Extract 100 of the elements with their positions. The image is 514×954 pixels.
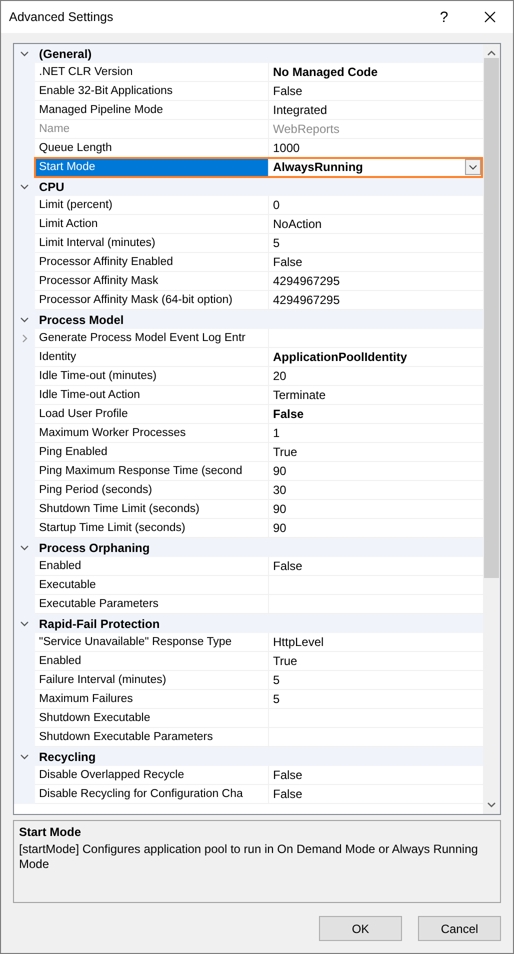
property-row[interactable]: Enabled False	[14, 557, 483, 576]
collapse-chevron-icon[interactable]	[20, 49, 29, 58]
property-row[interactable]: Processor Affinity Mask (64-bit option) 4294967295	[14, 291, 483, 310]
property-value: False	[273, 768, 304, 782]
collapse-chevron-icon[interactable]	[20, 619, 29, 628]
property-name: Limit Interval (minutes)	[35, 234, 269, 253]
property-row[interactable]: .NET CLR Version No Managed Code	[14, 63, 483, 82]
property-value: 0	[273, 198, 281, 212]
collapse-chevron-icon[interactable]	[20, 752, 29, 761]
scroll-down-icon[interactable]	[487, 802, 496, 808]
property-value: WebReports	[273, 122, 340, 136]
ok-button[interactable]: OK	[319, 916, 402, 941]
property-value: NoAction	[273, 217, 323, 231]
property-row[interactable]: Ping Period (seconds) 30	[14, 481, 483, 500]
property-value: False	[273, 787, 304, 801]
property-name: Idle Time-out (minutes)	[35, 367, 269, 386]
scrollbar[interactable]	[483, 44, 500, 814]
category-row[interactable]: Rapid-Fail Protection	[14, 614, 483, 633]
property-row[interactable]: Limit Action NoAction	[14, 215, 483, 234]
property-value: HttpLevel	[273, 635, 325, 649]
property-row[interactable]: Executable	[14, 576, 483, 595]
property-name: Queue Length	[35, 139, 269, 158]
help-button[interactable]: ?	[421, 1, 467, 33]
property-value: 30	[273, 483, 288, 497]
property-row[interactable]: Idle Time-out Action Terminate	[14, 386, 483, 405]
property-name: Idle Time-out Action	[35, 386, 269, 405]
property-row[interactable]: Startup Time Limit (seconds) 90	[14, 519, 483, 538]
property-row[interactable]: Disable Overlapped Recycle False	[14, 766, 483, 785]
property-row[interactable]: Shutdown Time Limit (seconds) 90	[14, 500, 483, 519]
dropdown-button[interactable]	[465, 159, 481, 175]
property-name: .NET CLR Version	[35, 63, 269, 82]
scroll-up-icon[interactable]	[487, 50, 496, 56]
category-row[interactable]: Recycling	[14, 747, 483, 766]
property-value: ApplicationPoolIdentity	[273, 350, 408, 364]
property-name: Enable 32-Bit Applications	[35, 82, 269, 101]
property-name: "Service Unavailable" Response Type	[35, 633, 269, 652]
category-title: (General)	[38, 46, 92, 60]
property-value: False	[273, 84, 304, 98]
property-value: 1000	[273, 141, 301, 155]
property-name: Name	[35, 120, 269, 139]
property-name: Limit Action	[35, 215, 269, 234]
property-row[interactable]: Limit Interval (minutes) 5	[14, 234, 483, 253]
property-name: Shutdown Executable	[35, 709, 269, 728]
scrollbar-thumb[interactable]	[484, 58, 499, 578]
property-row[interactable]: Start Mode AlwaysRunning	[14, 158, 483, 177]
category-row[interactable]: (General)	[14, 44, 483, 63]
cancel-button[interactable]: Cancel	[418, 916, 501, 941]
property-row[interactable]: Limit (percent) 0	[14, 196, 483, 215]
property-value: 90	[273, 464, 288, 478]
collapse-chevron-icon[interactable]	[20, 315, 29, 324]
property-row[interactable]: Shutdown Executable Parameters	[14, 728, 483, 747]
property-row[interactable]: Maximum Worker Processes 1	[14, 424, 483, 443]
property-value: True	[273, 445, 298, 459]
category-title: Process Model	[38, 312, 124, 326]
property-name: Failure Interval (minutes)	[35, 671, 269, 690]
property-name: Shutdown Executable Parameters	[35, 728, 269, 747]
category-row[interactable]: Process Orphaning	[14, 538, 483, 557]
property-row[interactable]: Load User Profile False	[14, 405, 483, 424]
property-row[interactable]: Executable Parameters	[14, 595, 483, 614]
property-value: False	[273, 407, 305, 421]
property-row[interactable]: Queue Length 1000	[14, 139, 483, 158]
collapse-chevron-icon[interactable]	[20, 182, 29, 191]
property-row[interactable]: Managed Pipeline Mode Integrated	[14, 101, 483, 120]
property-value: True	[273, 654, 298, 668]
property-name: Startup Time Limit (seconds)	[35, 519, 269, 538]
property-row[interactable]: "Service Unavailable" Response Type HttpLevel	[14, 633, 483, 652]
collapse-chevron-icon[interactable]	[20, 543, 29, 552]
property-name: Enabled	[35, 652, 269, 671]
property-value: 4294967295	[273, 293, 341, 307]
property-name: Ping Maximum Response Time (second	[35, 462, 269, 481]
property-row[interactable]: Disable Recycling for Configuration Cha False	[14, 785, 483, 804]
property-name: Maximum Worker Processes	[35, 424, 269, 443]
property-value: AlwaysRunning	[273, 160, 364, 174]
property-value: 90	[273, 521, 288, 535]
property-value: 4294967295	[273, 274, 341, 288]
property-row[interactable]: Ping Enabled True	[14, 443, 483, 462]
property-value: False	[273, 255, 304, 269]
help-title: Start Mode	[19, 825, 82, 839]
property-row[interactable]: Ping Maximum Response Time (second 90	[14, 462, 483, 481]
property-row[interactable]: Failure Interval (minutes) 5	[14, 671, 483, 690]
property-row[interactable]: Maximum Failures 5	[14, 690, 483, 709]
property-row[interactable]: Shutdown Executable	[14, 709, 483, 728]
property-row[interactable]: Identity ApplicationPoolIdentity	[14, 348, 483, 367]
help-description: [startMode] Configures application pool to run in On Demand Mode or Always Running Mode	[19, 842, 479, 872]
property-row[interactable]: Idle Time-out (minutes) 20	[14, 367, 483, 386]
expand-chevron-icon[interactable]	[20, 334, 29, 343]
category-title: Process Orphaning	[38, 540, 150, 554]
property-row[interactable]: Generate Process Model Event Log Entr	[14, 329, 483, 348]
property-row[interactable]: Processor Affinity Enabled False	[14, 253, 483, 272]
property-name: Enabled	[35, 557, 269, 576]
category-row[interactable]: Process Model	[14, 310, 483, 329]
category-row[interactable]: CPU	[14, 177, 483, 196]
property-row[interactable]: Enabled True	[14, 652, 483, 671]
property-row[interactable]: Enable 32-Bit Applications False	[14, 82, 483, 101]
property-row[interactable]: Processor Affinity Mask 4294967295	[14, 272, 483, 291]
property-value: 5	[273, 236, 281, 250]
property-name: Disable Recycling for Configuration Cha	[35, 785, 269, 804]
property-value: 20	[273, 369, 288, 383]
property-name: Disable Overlapped Recycle	[35, 766, 269, 785]
property-value: Integrated	[273, 103, 328, 117]
